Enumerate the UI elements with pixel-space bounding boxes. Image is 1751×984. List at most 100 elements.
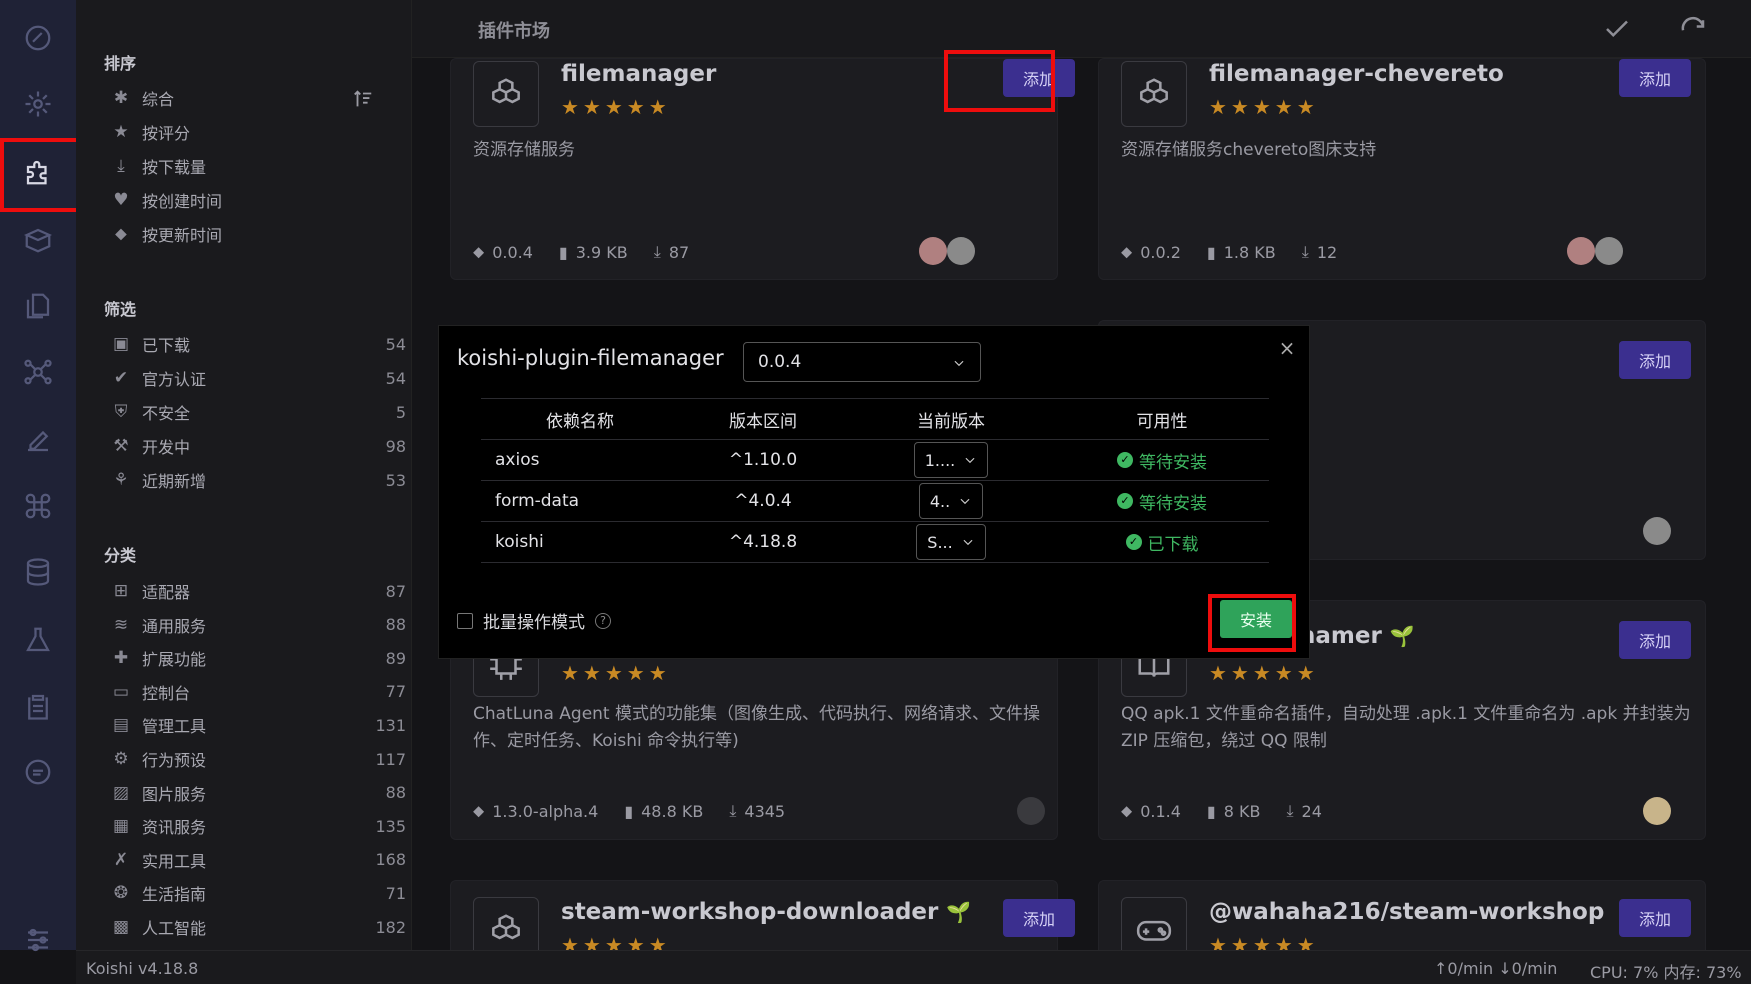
add-button[interactable]: 添加	[1619, 59, 1691, 97]
sidebar-item[interactable]: ✱ 综合	[110, 84, 406, 112]
sidebar-item[interactable]: ▦ 资讯服务 135	[110, 812, 406, 840]
edit-icon[interactable]	[18, 420, 58, 460]
sidebar-item-label: 控制台	[142, 683, 191, 703]
dependency-name: axios	[481, 439, 679, 481]
availability-cell: ✓ 已下载	[1055, 521, 1269, 563]
sidebar-item[interactable]: ⚒ 开发中 98	[110, 432, 406, 460]
sidebar-item[interactable]: ▨ 图片服务 88	[110, 779, 406, 807]
avatar[interactable]	[1643, 797, 1671, 825]
sidebar-item[interactable]: ▭ 控制台 77	[110, 678, 406, 706]
refresh-icon[interactable]	[1678, 14, 1708, 44]
plugin-downloads: 24	[1301, 801, 1322, 821]
plugin-meta: ⬥ 1.3.0-alpha.4 ▮ 48.8 KB ⤓ 4345	[473, 801, 785, 821]
plugin-version: 0.0.4	[492, 242, 533, 262]
close-icon[interactable]: ×	[1277, 338, 1297, 358]
plugin-size: 8 KB	[1223, 801, 1261, 821]
sidebar-item-count: 88	[385, 615, 406, 635]
sidebar-item-count: 71	[385, 883, 406, 903]
sidebar-item-label: 按创建时间	[142, 192, 223, 211]
status-bar: Koishi v4.18.8 ↑0/min ↓0/min CPU: 7% 内存:…	[76, 950, 1751, 984]
current-version-select[interactable]: S...	[916, 524, 986, 560]
star-icon: ★	[113, 122, 129, 142]
avatar[interactable]	[919, 237, 947, 265]
chevron-down-icon	[963, 539, 973, 546]
flask-icon[interactable]	[18, 620, 58, 660]
sidebar-item[interactable]: ⛨ 不安全 5	[110, 398, 406, 426]
highlight-install-button	[1208, 594, 1296, 652]
highlight-add-button	[944, 50, 1055, 112]
sidebar-item[interactable]: ⤓ 按下载量	[110, 152, 406, 180]
sidebar-item-count: 131	[375, 715, 406, 735]
tag-icon: ⬥	[1121, 242, 1133, 261]
sidebar-item[interactable]: ❂ 生活指南 71	[110, 879, 406, 907]
settings-icon[interactable]	[18, 84, 58, 124]
sidebar-item-label: 通用服务	[142, 616, 207, 636]
avatar[interactable]	[1595, 237, 1623, 265]
add-button[interactable]: 添加	[1619, 341, 1691, 379]
dashboard-icon[interactable]	[18, 18, 58, 58]
sidebar-item-count: 5	[395, 402, 406, 422]
topbar: 插件市场	[412, 0, 1751, 58]
sidebar-item[interactable]: ▤ 管理工具 131	[110, 711, 406, 739]
avatar[interactable]	[1643, 517, 1671, 545]
sidebar-item[interactable]: ✔ 官方认证 54	[110, 364, 406, 392]
version-select[interactable]: 0.0.4	[743, 342, 981, 382]
download-icon: ⤓	[1301, 242, 1309, 261]
sidebar-item[interactable]: ▣ 已下载 54	[110, 330, 406, 358]
rating-stars: ★★★★★	[561, 95, 671, 119]
sidebar-item[interactable]: ★ 按评分	[110, 118, 406, 146]
check-icon[interactable]	[1602, 14, 1632, 44]
current-version-select[interactable]: 4..	[918, 483, 984, 519]
seedling-icon: 🌱	[1389, 624, 1415, 648]
cubes-icon	[1121, 61, 1187, 127]
sidebar-item-count: 53	[385, 470, 406, 490]
box-icon[interactable]	[18, 220, 58, 260]
database-icon: ≋	[113, 614, 129, 635]
files-icon[interactable]	[18, 286, 58, 326]
plugin-description: 资源存储服务chevereto图床支持	[1121, 140, 1377, 160]
help-icon[interactable]: ?	[595, 612, 611, 629]
shield-icon: ⛨	[114, 402, 128, 422]
toolbox-icon: ▤	[112, 715, 130, 736]
sidebar-item[interactable]: ✗ 实用工具 168	[110, 846, 406, 874]
sidebar-item[interactable]: ⊞ 适配器 87	[110, 577, 406, 605]
sidebar-item-count: 87	[385, 581, 406, 601]
plugin-name: filemanager-chevereto	[1209, 61, 1504, 87]
sidebar-item[interactable]: ⬥ 按更新时间	[110, 220, 406, 248]
avatar[interactable]	[1567, 237, 1595, 265]
batch-mode-checkbox[interactable]	[457, 612, 473, 629]
add-button[interactable]: 添加	[1619, 899, 1691, 937]
sidebar-item[interactable]: ≋ 通用服务 88	[110, 611, 406, 639]
avatar[interactable]	[947, 237, 975, 265]
sidebar-item-count: 98	[385, 436, 406, 456]
add-button[interactable]: 添加	[1619, 621, 1691, 659]
command-icon[interactable]	[18, 486, 58, 526]
category-title: 分类	[104, 546, 137, 565]
tag-icon: ⬥	[473, 801, 485, 820]
batch-mode[interactable]: 批量操作模式 ?	[457, 608, 611, 633]
cookie-icon: ❂	[113, 883, 129, 904]
plugin-card-filemanager-chevereto[interactable]: filemanager-chevereto ★★★★★ 资源存储服务chever…	[1098, 58, 1706, 280]
clipboard-icon[interactable]	[18, 686, 58, 726]
sidebar-item[interactable]: ⚙ 行为预设 117	[110, 745, 406, 773]
availability-status: 等待安装	[1139, 452, 1207, 473]
sliders-icon[interactable]	[18, 920, 58, 960]
sidebar-item[interactable]: ♥ 按创建时间	[110, 186, 406, 214]
dependency-range: ^4.0.4	[679, 480, 847, 522]
add-button[interactable]: 添加	[1003, 899, 1075, 937]
sidebar-item[interactable]: ⚘ 近期新增 53	[110, 466, 406, 494]
avatar[interactable]	[1017, 797, 1045, 825]
database-icon[interactable]	[18, 552, 58, 592]
sidebar-item-count: 88	[385, 783, 406, 803]
sidebar-item[interactable]: ▩ 人工智能 182	[110, 913, 406, 941]
sidebar-item-count: 54	[385, 334, 406, 354]
availability-status: 已下载	[1147, 534, 1199, 555]
chat-icon[interactable]	[18, 752, 58, 792]
column-header: 版本区间	[679, 398, 847, 440]
sidebar-item-label: 官方认证	[142, 370, 207, 389]
sidebar-item-count: 168	[375, 850, 406, 870]
current-version-select[interactable]: 1....	[913, 442, 989, 478]
sidebar-item[interactable]: ✚ 扩展功能 89	[110, 644, 406, 672]
sidebar-item-label: 实用工具	[142, 851, 207, 871]
graph-icon[interactable]	[18, 352, 58, 392]
